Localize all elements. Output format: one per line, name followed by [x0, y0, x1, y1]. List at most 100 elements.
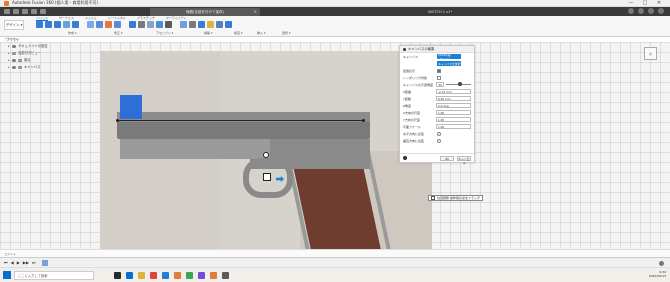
- group-construct[interactable]: 構築 ▾: [204, 31, 212, 35]
- tab-active-document[interactable]: 無題(名前を付けて保存) ×: [150, 8, 260, 16]
- file-icon[interactable]: [13, 9, 19, 14]
- ribbon-tool-icon[interactable]: [180, 21, 187, 28]
- close-tab-icon[interactable]: ×: [254, 9, 257, 14]
- ribbon-tool-icon[interactable]: [138, 21, 145, 28]
- ribbon-tool-icon[interactable]: [129, 21, 136, 28]
- opacity-slider[interactable]: [446, 82, 471, 86]
- grid-icon[interactable]: [4, 9, 10, 14]
- cancel-button[interactable]: キャンセル: [457, 155, 471, 165]
- group-create[interactable]: 作成 ▾: [68, 31, 76, 35]
- browser-item[interactable]: ▸ キャンバス: [4, 64, 84, 71]
- select-canvas-button[interactable]: キャンバスを選択: [437, 61, 461, 66]
- y-scale-input[interactable]: 1.00: [435, 117, 471, 122]
- opacity-value[interactable]: 50: [436, 82, 445, 87]
- browser-item[interactable]: ▸ ドキュメントの設定: [4, 43, 84, 50]
- ribbon-tool-icon[interactable]: [189, 21, 196, 28]
- ribbon-tool-icon[interactable]: [156, 21, 163, 28]
- ribbon-tool-icon[interactable]: [225, 21, 232, 28]
- browser-item[interactable]: ▸ 名前付きビュー: [4, 50, 84, 57]
- taskbar-search-input[interactable]: ここに入力して検索: [14, 270, 94, 280]
- ribbon-tool-icon[interactable]: [198, 21, 205, 28]
- group-insert[interactable]: 挿入 ▾: [257, 31, 265, 35]
- group-inspect[interactable]: 検査 ▾: [234, 31, 242, 35]
- windows-start-button[interactable]: [3, 271, 11, 279]
- plane-scale-input[interactable]: 1.00: [435, 124, 471, 129]
- add-tab-icon[interactable]: [628, 8, 634, 14]
- flip-vertical-toggle[interactable]: [437, 138, 441, 143]
- eye-icon[interactable]: [12, 66, 16, 69]
- transparent-checkbox[interactable]: [437, 68, 441, 73]
- user-avatar[interactable]: [658, 8, 664, 14]
- sketch-point[interactable]: [116, 119, 119, 122]
- save-icon[interactable]: [22, 9, 28, 14]
- ribbon-tool-icon[interactable]: [96, 21, 103, 28]
- taskbar-app-icon[interactable]: [126, 271, 133, 279]
- taskbar-app-icon[interactable]: [198, 271, 205, 279]
- canvas-select[interactable]: 2016年版1911.jpg: [437, 53, 461, 61]
- browser-item[interactable]: ▸ 原点: [4, 57, 84, 64]
- notification-icon[interactable]: [638, 8, 644, 14]
- help-icon[interactable]: [648, 8, 654, 14]
- timeline-next-button[interactable]: ▶▶: [23, 260, 29, 265]
- ribbon-tool-icon[interactable]: [63, 21, 70, 28]
- taskbar-app-icon[interactable]: [162, 271, 169, 279]
- taskbar-app-icon[interactable]: [210, 271, 217, 279]
- taskbar-app-icon[interactable]: [222, 271, 229, 279]
- timeline-settings-icon[interactable]: [659, 261, 664, 266]
- x-distance-input[interactable]: -2.70 mm: [435, 89, 471, 94]
- timeline-canvas-feature[interactable]: [41, 259, 48, 266]
- ribbon-tool-icon[interactable]: [45, 21, 52, 28]
- ribbon-tool-icon[interactable]: [36, 21, 43, 28]
- selection-box[interactable]: [120, 95, 142, 119]
- viewcube-front-face[interactable]: 前: [644, 47, 657, 60]
- eye-icon[interactable]: [12, 59, 16, 62]
- sketch-point[interactable]: [362, 119, 365, 122]
- taskbar-app-icon[interactable]: [138, 271, 145, 279]
- group-modify[interactable]: 修正 ▾: [114, 31, 122, 35]
- maximize-button[interactable]: □: [638, 0, 652, 6]
- field-label: キャンバス: [403, 54, 419, 59]
- x-scale-input[interactable]: 1.00: [435, 110, 471, 115]
- timeline-last-button[interactable]: ⏭: [32, 260, 36, 265]
- comments-panel[interactable]: コメント: [0, 249, 670, 257]
- timeline-play-button[interactable]: ▶: [17, 260, 20, 265]
- taskbar-app-icon[interactable]: [186, 271, 193, 279]
- scale-handle[interactable]: [263, 173, 271, 181]
- minimize-button[interactable]: —: [624, 0, 638, 6]
- ribbon-tool-icon[interactable]: [87, 21, 94, 28]
- taskbar-app-icon[interactable]: [174, 271, 181, 279]
- render-checkbox[interactable]: [437, 75, 441, 80]
- taskbar-app-icon[interactable]: [114, 271, 121, 279]
- undo-icon[interactable]: [31, 9, 37, 14]
- info-icon[interactable]: [403, 156, 407, 160]
- group-assemble[interactable]: アセンブリ ▾: [156, 31, 173, 35]
- ribbon-tool-icon[interactable]: [72, 21, 79, 28]
- ribbon-tool-icon[interactable]: [207, 21, 214, 28]
- taskbar-app-icon[interactable]: [150, 271, 157, 279]
- ribbon-tool-icon[interactable]: [54, 21, 61, 28]
- collapse-icon[interactable]: [403, 47, 406, 51]
- ribbon-tool-icon[interactable]: [114, 21, 121, 28]
- flip-horizontal-toggle[interactable]: [437, 131, 441, 136]
- workspace-switcher[interactable]: デザイン ▾: [4, 20, 24, 30]
- sketch-line[interactable]: [117, 120, 364, 121]
- ok-button[interactable]: OK: [440, 155, 454, 161]
- tab-sketch[interactable]: SKETCH 1 v1*: [410, 8, 470, 15]
- rotate-handle[interactable]: [263, 152, 269, 158]
- timeline-first-button[interactable]: ⏮: [4, 260, 8, 265]
- dialog-header[interactable]: キャンバスの編集: [400, 46, 474, 53]
- fusion-app-icon: [4, 0, 9, 6]
- timeline-prev-button[interactable]: ◀: [11, 260, 14, 265]
- close-window-button[interactable]: ✕: [652, 0, 666, 6]
- clock-date[interactable]: 2020/09/13: [649, 274, 666, 278]
- ribbon-tool-icon[interactable]: [105, 21, 112, 28]
- ribbon-tool-icon[interactable]: [165, 21, 172, 28]
- ribbon-tool-icon[interactable]: [216, 21, 223, 28]
- slider-knob[interactable]: [458, 82, 463, 86]
- z-angle-input[interactable]: 0.0 deg: [435, 103, 471, 108]
- ribbon-tool-icon[interactable]: [147, 21, 154, 28]
- group-select[interactable]: 選択 ▾: [282, 31, 290, 35]
- redo-icon[interactable]: [40, 9, 46, 14]
- viewcube[interactable]: 前: [641, 44, 661, 64]
- y-distance-input[interactable]: 9.56 mm: [435, 96, 471, 101]
